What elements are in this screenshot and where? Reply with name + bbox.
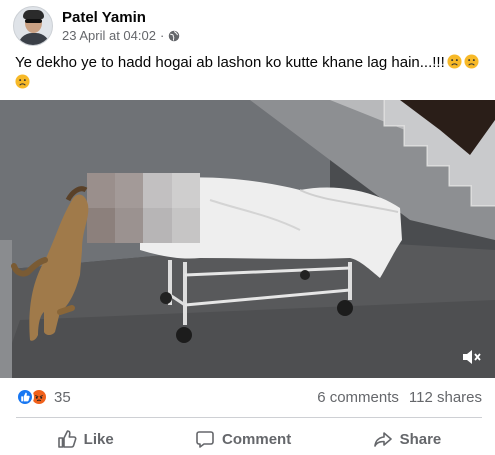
shares-count[interactable]: 112 shares [409,389,482,406]
divider [16,417,482,418]
share-arrow-icon [373,432,392,447]
sad-face-emoji [464,54,479,69]
post-meta: 23 April at 04:02 · [62,27,180,44]
author-name[interactable]: Patel Yamin [62,8,180,27]
sad-face-emoji [447,54,462,69]
share-label: Share [399,430,442,448]
header-text: Patel Yamin 23 April at 04:02 · [62,8,180,44]
engagement-stats: 6 comments 112 shares [317,389,482,406]
share-button[interactable]: Share [361,425,454,453]
globe-icon[interactable] [168,30,180,42]
post-header: Patel Yamin 23 April at 04:02 · [13,6,180,46]
thumbs-up-icon [57,430,77,448]
volume-muted-icon[interactable] [461,348,483,366]
post-actions: Like Comment Share [16,423,482,455]
meta-separator: · [159,28,165,43]
video-frame [0,100,495,378]
comments-count[interactable]: 6 comments [317,389,399,406]
like-button[interactable]: Like [45,425,126,453]
comment-label: Comment [222,430,292,448]
reactions-summary: 35 6 comments 112 shares [16,387,482,407]
post-timestamp[interactable]: 23 April at 04:02 [62,27,156,44]
reaction-icons[interactable]: 35 [16,388,71,406]
post-body: Ye dekho ye to hadd hogai ab lashon ko k… [15,54,445,71]
comment-button[interactable]: Comment [183,425,303,453]
sad-face-emoji [15,74,30,89]
post-text: Ye dekho ye to hadd hogai ab lashon ko k… [15,53,485,93]
avatar[interactable] [13,6,53,46]
like-reaction-icon [16,388,34,406]
like-label: Like [83,430,114,448]
comment-bubble-icon [196,431,214,448]
video-player[interactable] [0,100,495,378]
reaction-count[interactable]: 35 [54,389,71,406]
